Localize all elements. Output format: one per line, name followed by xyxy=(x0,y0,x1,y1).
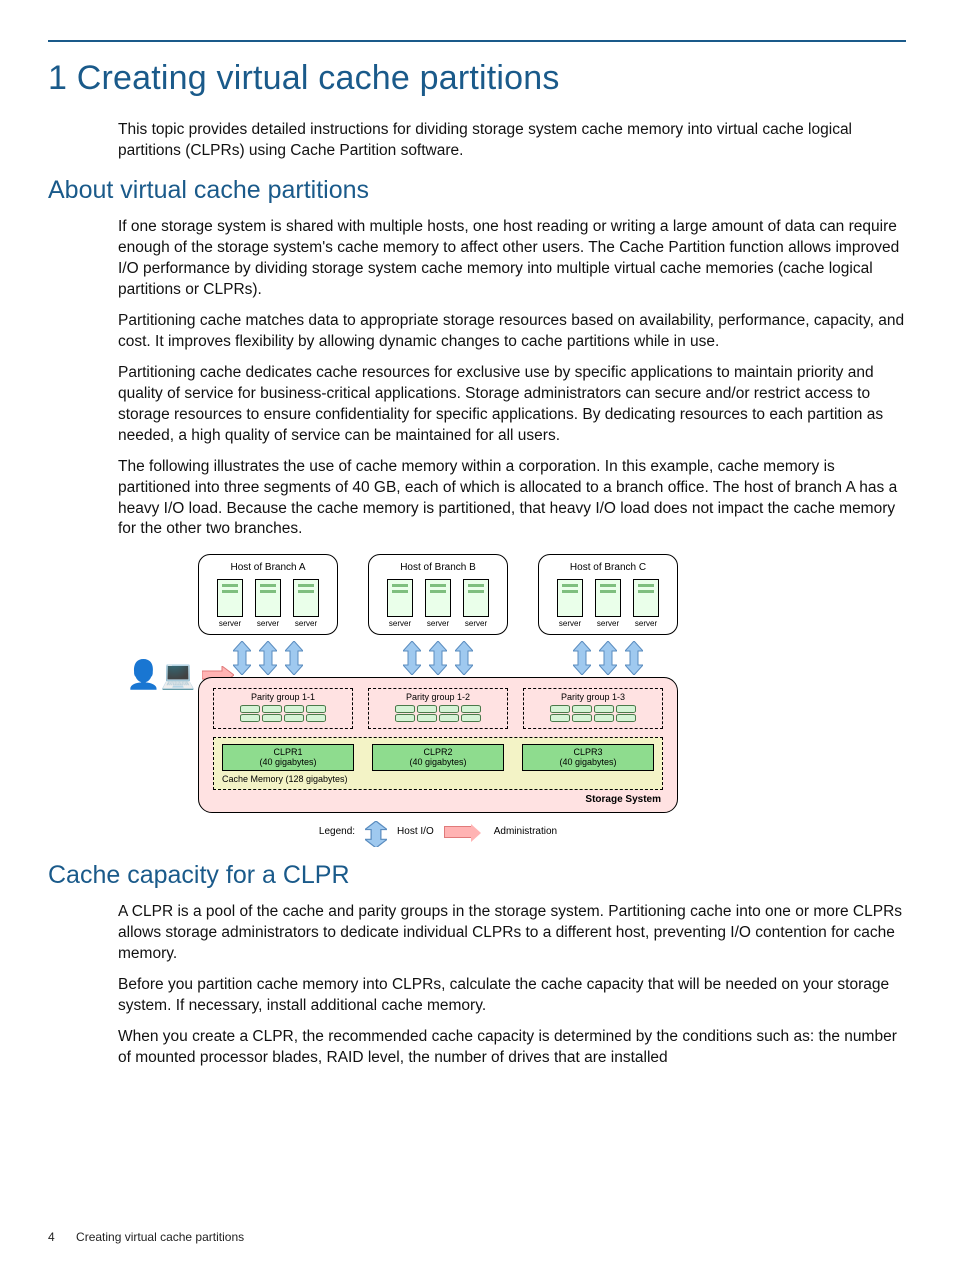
server-icon xyxy=(255,579,281,617)
section-capacity-heading: Cache capacity for a CLPR xyxy=(48,859,906,893)
parity-group-1-3-label: Parity group 1-3 xyxy=(530,691,656,703)
server-icon xyxy=(387,579,413,617)
chapter-title: Creating virtual cache partitions xyxy=(77,59,560,97)
top-rule xyxy=(48,40,906,42)
server-label: server xyxy=(555,619,585,630)
clpr3-size: (40 gigabytes) xyxy=(523,758,653,768)
page-number: 4 xyxy=(48,1230,55,1244)
legend-host-io-arrow-icon xyxy=(365,821,387,843)
section-about-heading: About virtual cache partitions xyxy=(48,174,906,208)
running-title: Creating virtual cache partitions xyxy=(76,1230,244,1244)
host-c-label: Host of Branch C xyxy=(547,561,669,575)
diagram-legend: Legend: Host I/O Administration xyxy=(198,821,678,843)
clpr1-size: (40 gigabytes) xyxy=(223,758,353,768)
about-p3: Partitioning cache dedicates cache resou… xyxy=(118,363,906,447)
host-io-arrow-icon xyxy=(455,641,473,675)
host-io-arrow-icon xyxy=(233,641,251,675)
legend-title: Legend: xyxy=(319,825,355,839)
capacity-p3: When you create a CLPR, the recommended … xyxy=(118,1027,906,1069)
cache-memory-box: CLPR1 (40 gigabytes) CLPR2 (40 gigabytes… xyxy=(213,737,663,790)
server-label: server xyxy=(385,619,415,630)
about-p4: The following illustrates the use of cac… xyxy=(118,457,906,541)
server-label: server xyxy=(215,619,245,630)
storage-system-label: Storage System xyxy=(585,793,661,807)
clpr2: CLPR2 (40 gigabytes) xyxy=(372,744,504,771)
parity-group-1-2-label: Parity group 1-2 xyxy=(375,691,501,703)
clpr3: CLPR3 (40 gigabytes) xyxy=(522,744,654,771)
intro-paragraph: This topic provides detailed instruction… xyxy=(118,120,906,162)
host-io-arrow-icon xyxy=(403,641,421,675)
host-io-arrow-icon xyxy=(599,641,617,675)
server-icon xyxy=(463,579,489,617)
page-footer: 4 Creating virtual cache partitions xyxy=(48,1229,244,1245)
host-a-label: Host of Branch A xyxy=(207,561,329,575)
host-io-arrow-icon xyxy=(625,641,643,675)
server-icon xyxy=(595,579,621,617)
legend-host-io-label: Host I/O xyxy=(397,825,434,839)
server-label: server xyxy=(253,619,283,630)
server-label: server xyxy=(593,619,623,630)
legend-administration-label: Administration xyxy=(494,825,557,839)
host-io-arrow-icon xyxy=(429,641,447,675)
chapter-number: 1 xyxy=(48,59,67,97)
host-branch-b: Host of Branch B server server server xyxy=(368,554,508,634)
clpr2-size: (40 gigabytes) xyxy=(373,758,503,768)
about-p2: Partitioning cache matches data to appro… xyxy=(118,311,906,353)
capacity-p2: Before you partition cache memory into C… xyxy=(118,975,906,1017)
server-label: server xyxy=(423,619,453,630)
server-label: server xyxy=(631,619,661,630)
server-icon xyxy=(557,579,583,617)
storage-system-box: Parity group 1-1 Parity group 1-2 Parity… xyxy=(198,677,678,813)
parity-group-1-1: Parity group 1-1 xyxy=(213,688,353,729)
host-io-arrow-icon xyxy=(259,641,277,675)
parity-group-1-3: Parity group 1-3 xyxy=(523,688,663,729)
clpr-diagram: 👤💻 Host of Branch A server server server… xyxy=(198,554,678,842)
capacity-p1: A CLPR is a pool of the cache and parity… xyxy=(118,902,906,965)
server-icon xyxy=(633,579,659,617)
chapter-heading: 1 Creating virtual cache partitions xyxy=(48,56,906,102)
host-b-label: Host of Branch B xyxy=(377,561,499,575)
parity-group-1-2: Parity group 1-2 xyxy=(368,688,508,729)
host-branch-a: Host of Branch A server server server xyxy=(198,554,338,634)
server-icon xyxy=(425,579,451,617)
server-label: server xyxy=(461,619,491,630)
host-branch-c: Host of Branch C server server server xyxy=(538,554,678,634)
clpr1: CLPR1 (40 gigabytes) xyxy=(222,744,354,771)
server-label: server xyxy=(291,619,321,630)
host-io-arrow-icon xyxy=(573,641,591,675)
cache-memory-label: Cache Memory (128 gigabytes) xyxy=(222,773,348,785)
server-icon xyxy=(217,579,243,617)
about-p1: If one storage system is shared with mul… xyxy=(118,217,906,301)
host-io-arrow-icon xyxy=(285,641,303,675)
legend-administration-arrow-icon xyxy=(444,826,472,838)
parity-group-1-1-label: Parity group 1-1 xyxy=(220,691,346,703)
server-icon xyxy=(293,579,319,617)
